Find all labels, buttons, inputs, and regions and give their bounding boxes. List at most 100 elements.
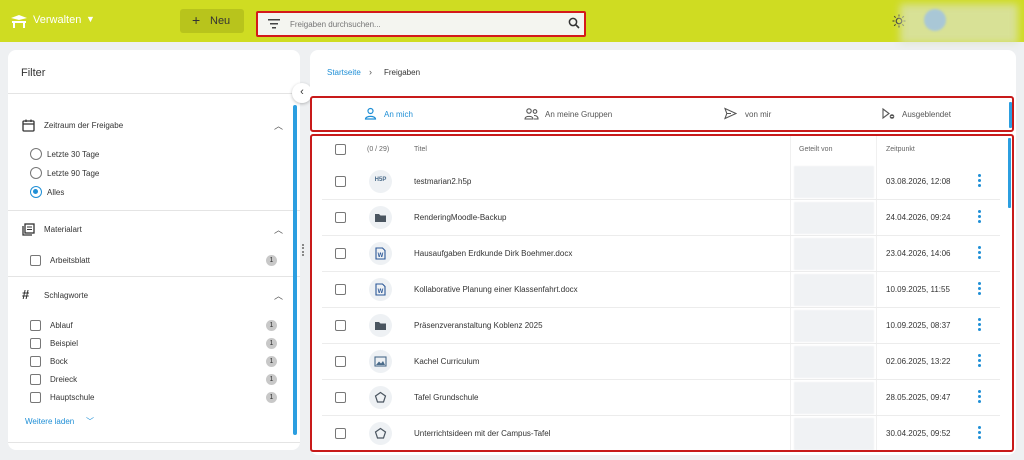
selection-count: (0 / 29) bbox=[367, 146, 390, 153]
more-options-icon[interactable] bbox=[976, 317, 984, 333]
checkbox-label: Dreieck bbox=[50, 375, 78, 384]
shared-by-blurred bbox=[794, 346, 874, 378]
tab-ausgeblendet[interactable]: Ausgeblendet bbox=[882, 98, 972, 130]
row-title[interactable]: Kollaborative Planung einer Klassenfahrt… bbox=[414, 285, 578, 294]
scrollbar[interactable] bbox=[1009, 102, 1012, 128]
row-title[interactable]: Tafel Grundschule bbox=[414, 393, 478, 402]
more-options-icon[interactable] bbox=[976, 281, 984, 297]
scrollbar[interactable] bbox=[293, 105, 297, 435]
more-options-icon[interactable] bbox=[976, 353, 984, 369]
column-shared-by[interactable]: Geteilt von bbox=[799, 146, 832, 153]
scrollbar[interactable] bbox=[1008, 138, 1011, 208]
word-doc-icon: W bbox=[369, 242, 392, 265]
material-heading: Materialart bbox=[44, 225, 82, 234]
logo-icon[interactable] bbox=[10, 14, 28, 28]
row-checkbox[interactable] bbox=[335, 356, 346, 367]
row-date: 30.04.2025, 09:52 bbox=[886, 429, 951, 438]
row-title[interactable]: RenderingMoodle-Backup bbox=[414, 213, 507, 222]
breadcrumb-home[interactable]: Startseite bbox=[327, 68, 361, 77]
filter-title: Filter bbox=[21, 67, 46, 79]
search-icon[interactable] bbox=[568, 17, 580, 29]
checkbox-hauptschule[interactable] bbox=[30, 392, 41, 403]
row-date: 28.05.2025, 09:47 bbox=[886, 393, 951, 402]
checkbox-dreieck[interactable] bbox=[30, 374, 41, 385]
row-title[interactable]: Unterrichtsideen mit der Campus-Tafel bbox=[414, 429, 551, 438]
more-options-icon[interactable] bbox=[976, 173, 984, 189]
tab-label: von mir bbox=[745, 110, 772, 119]
hashtag-icon: # bbox=[22, 287, 30, 302]
collapse-filter-button[interactable]: ‹ bbox=[292, 83, 312, 103]
calendar-icon bbox=[22, 119, 35, 132]
row-title[interactable]: Kachel Curriculum bbox=[414, 357, 479, 366]
group-icon bbox=[524, 108, 539, 120]
tab-an-meine-gruppen[interactable]: An meine Gruppen bbox=[524, 98, 624, 130]
divider bbox=[8, 276, 300, 277]
checkbox-beispiel[interactable] bbox=[30, 338, 41, 349]
chevron-down-icon[interactable]: ﹀ bbox=[86, 416, 94, 427]
tafel-icon bbox=[369, 386, 392, 409]
user-menu-blurred[interactable] bbox=[900, 4, 1018, 44]
tab-an-mich[interactable]: An mich bbox=[364, 98, 424, 130]
row-title[interactable]: Präsenzveranstaltung Koblenz 2025 bbox=[414, 321, 543, 330]
more-options-icon[interactable] bbox=[976, 209, 984, 225]
more-options-icon[interactable] bbox=[976, 245, 984, 261]
tab-von-mir[interactable]: von mir bbox=[724, 98, 784, 130]
table-row[interactable]: Kachel Curriculum 02.06.2025, 13:22 bbox=[312, 344, 1012, 380]
column-time[interactable]: Zeitpunkt bbox=[886, 146, 915, 153]
row-title[interactable]: testmarian2.h5p bbox=[414, 177, 471, 186]
radio-last-90-days[interactable] bbox=[30, 167, 42, 179]
filter-icon[interactable] bbox=[268, 19, 280, 29]
tab-label: An meine Gruppen bbox=[545, 110, 613, 119]
checkbox-bock[interactable] bbox=[30, 356, 41, 367]
period-section-header[interactable]: Zeitraum der Freigabe ︿ bbox=[8, 117, 300, 137]
period-heading: Zeitraum der Freigabe bbox=[44, 121, 124, 130]
more-options-icon[interactable] bbox=[976, 389, 984, 405]
radio-last-30-days[interactable] bbox=[30, 148, 42, 160]
radio-all[interactable] bbox=[30, 186, 42, 198]
shares-table: (0 / 29) Titel Geteilt von Zeitpunkt H5P… bbox=[310, 134, 1014, 452]
row-checkbox[interactable] bbox=[335, 284, 346, 295]
table-row[interactable]: Präsenzveranstaltung Koblenz 2025 10.09.… bbox=[312, 308, 1012, 344]
search-bar bbox=[256, 11, 586, 37]
row-checkbox[interactable] bbox=[335, 176, 346, 187]
material-section-header[interactable]: Materialart ︿ bbox=[8, 221, 300, 241]
brand-menu-label[interactable]: Verwalten bbox=[33, 14, 81, 26]
row-checkbox[interactable] bbox=[335, 320, 346, 331]
divider bbox=[8, 442, 300, 443]
column-title[interactable]: Titel bbox=[414, 146, 427, 153]
more-options-icon[interactable] bbox=[976, 425, 984, 441]
new-button[interactable]: + Neu bbox=[180, 9, 244, 33]
table-row[interactable]: RenderingMoodle-Backup 24.04.2026, 09:24 bbox=[312, 200, 1012, 236]
person-icon bbox=[364, 107, 377, 120]
table-row[interactable]: H5P testmarian2.h5p 03.08.2026, 12:08 bbox=[312, 164, 1012, 200]
svg-text:W: W bbox=[378, 289, 384, 295]
resize-handle[interactable] bbox=[302, 244, 304, 256]
chevron-up-icon[interactable]: ︿ bbox=[274, 119, 283, 132]
chevron-up-icon[interactable]: ︿ bbox=[274, 223, 283, 236]
chevron-up-icon[interactable]: ︿ bbox=[274, 289, 283, 302]
select-all-checkbox[interactable] bbox=[335, 144, 346, 155]
plus-icon: + bbox=[192, 12, 201, 28]
radio-label: Letzte 30 Tage bbox=[47, 150, 100, 159]
row-checkbox[interactable] bbox=[335, 392, 346, 403]
table-row[interactable]: Unterrichtsideen mit der Campus-Tafel 30… bbox=[312, 416, 1012, 450]
row-checkbox[interactable] bbox=[335, 248, 346, 259]
table-row[interactable]: Tafel Grundschule 28.05.2025, 09:47 bbox=[312, 380, 1012, 416]
row-title[interactable]: Hausaufgaben Erdkunde Dirk Boehmer.docx bbox=[414, 249, 572, 258]
table-row[interactable]: W Hausaufgaben Erdkunde Dirk Boehmer.doc… bbox=[312, 236, 1012, 272]
row-checkbox[interactable] bbox=[335, 428, 346, 439]
breadcrumb-current: Freigaben bbox=[384, 68, 421, 77]
checkbox-ablauf[interactable] bbox=[30, 320, 41, 331]
load-more-link[interactable]: Weitere laden bbox=[25, 417, 74, 426]
avatar[interactable] bbox=[924, 9, 946, 31]
tags-section-header[interactable]: # Schlagworte ︿ bbox=[8, 287, 300, 307]
table-row[interactable]: W Kollaborative Planung einer Klassenfah… bbox=[312, 272, 1012, 308]
row-date: 10.09.2025, 08:37 bbox=[886, 321, 951, 330]
checkbox-arbeitsblatt[interactable] bbox=[30, 255, 41, 266]
checkbox-label: Hauptschule bbox=[50, 393, 95, 402]
chevron-down-icon[interactable]: ▼ bbox=[86, 14, 95, 24]
search-input[interactable] bbox=[290, 16, 550, 32]
divider bbox=[8, 210, 300, 211]
row-checkbox[interactable] bbox=[335, 212, 346, 223]
tab-label: Ausgeblendet bbox=[902, 110, 951, 119]
